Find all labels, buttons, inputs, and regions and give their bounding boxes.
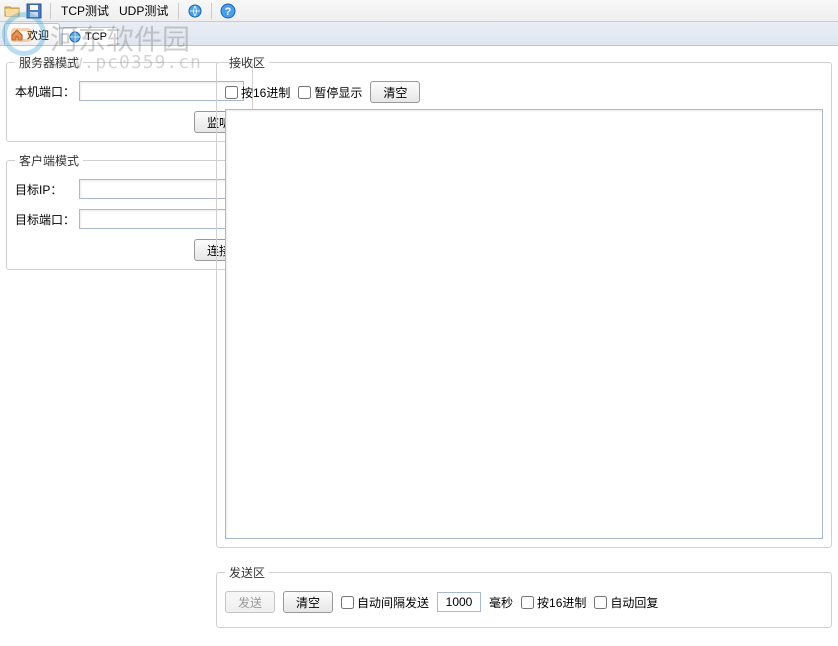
recv-pause-label: 暂停显示 bbox=[314, 84, 362, 101]
auto-reply-label: 自动回复 bbox=[610, 594, 658, 611]
client-mode-legend: 客户端模式 bbox=[15, 152, 83, 169]
send-hex-checkbox-wrap[interactable]: 按16进制 bbox=[521, 594, 586, 611]
globe-icon bbox=[69, 31, 81, 43]
auto-interval-checkbox[interactable] bbox=[341, 596, 354, 609]
receive-legend: 接收区 bbox=[225, 54, 269, 71]
receive-textarea[interactable] bbox=[225, 109, 823, 539]
interval-input[interactable] bbox=[437, 592, 481, 612]
recv-clear-button[interactable]: 清空 bbox=[370, 81, 420, 103]
tab-tcp[interactable]: TCP bbox=[62, 27, 118, 45]
left-panel: 服务器模式 本机端口： 监听 客户端模式 目标IP： 目标端口： 连接 bbox=[0, 46, 210, 646]
separator bbox=[211, 3, 212, 19]
send-controls: 发送 清空 自动间隔发送 毫秒 按16进制 自动回复 bbox=[225, 591, 823, 613]
send-group: 发送区 发送 清空 自动间隔发送 毫秒 按16进制 自动回复 bbox=[216, 564, 832, 628]
tab-label: 欢迎 bbox=[27, 27, 49, 43]
separator bbox=[178, 3, 179, 19]
svg-text:?: ? bbox=[225, 6, 232, 18]
receive-controls: 按16进制 暂停显示 清空 bbox=[225, 81, 823, 103]
send-hex-checkbox[interactable] bbox=[521, 596, 534, 609]
recv-hex-checkbox[interactable] bbox=[225, 86, 238, 99]
separator bbox=[50, 3, 51, 19]
receive-group: 接收区 按16进制 暂停显示 清空 bbox=[216, 54, 832, 548]
send-button[interactable]: 发送 bbox=[225, 591, 275, 613]
local-port-label: 本机端口： bbox=[15, 83, 79, 100]
send-clear-button[interactable]: 清空 bbox=[283, 591, 333, 613]
tcp-test-menu[interactable]: TCP测试 bbox=[59, 2, 111, 19]
send-legend: 发送区 bbox=[225, 564, 269, 581]
content-area: 服务器模式 本机端口： 监听 客户端模式 目标IP： 目标端口： 连接 bbox=[0, 46, 838, 646]
auto-interval-label: 自动间隔发送 bbox=[357, 594, 429, 611]
target-ip-label: 目标IP： bbox=[15, 181, 79, 198]
ms-label: 毫秒 bbox=[489, 594, 513, 611]
recv-pause-checkbox[interactable] bbox=[298, 86, 311, 99]
recv-hex-label: 按16进制 bbox=[241, 84, 290, 101]
send-hex-label: 按16进制 bbox=[537, 594, 586, 611]
auto-reply-checkbox[interactable] bbox=[594, 596, 607, 609]
auto-reply-checkbox-wrap[interactable]: 自动回复 bbox=[594, 594, 658, 611]
right-panel: 接收区 按16进制 暂停显示 清空 发送区 发送 清空 bbox=[210, 46, 838, 646]
save-icon[interactable] bbox=[26, 3, 42, 19]
auto-interval-checkbox-wrap[interactable]: 自动间隔发送 bbox=[341, 594, 429, 611]
recv-pause-checkbox-wrap[interactable]: 暂停显示 bbox=[298, 84, 362, 101]
help-icon[interactable]: ? bbox=[220, 3, 236, 19]
browser-icon[interactable] bbox=[187, 3, 203, 19]
target-port-label: 目标端口： bbox=[15, 211, 79, 228]
tab-bar: 欢迎 TCP bbox=[0, 22, 838, 46]
toolbar: TCP测试 UDP测试 ? bbox=[0, 0, 838, 22]
tab-label: TCP bbox=[85, 31, 107, 43]
recv-hex-checkbox-wrap[interactable]: 按16进制 bbox=[225, 84, 290, 101]
home-icon bbox=[11, 29, 23, 41]
udp-test-menu[interactable]: UDP测试 bbox=[117, 2, 170, 19]
tab-welcome[interactable]: 欢迎 bbox=[4, 23, 60, 45]
open-icon[interactable] bbox=[4, 3, 20, 19]
server-mode-legend: 服务器模式 bbox=[15, 54, 83, 71]
